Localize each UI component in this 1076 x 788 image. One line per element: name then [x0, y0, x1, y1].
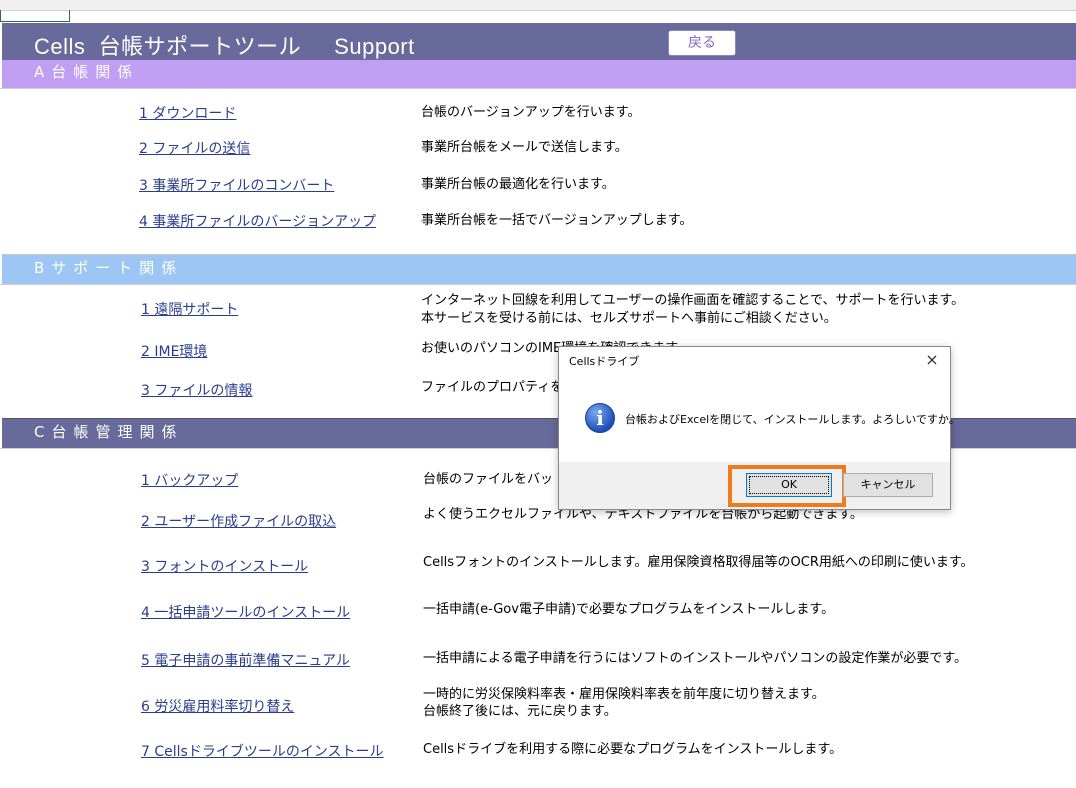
- link-download[interactable]: 1 ダウンロード: [139, 103, 236, 123]
- link-e-application-manual[interactable]: 5 電子申請の事前準備マニュアル: [141, 650, 350, 670]
- link-version-up[interactable]: 4 事業所ファイルのバージョンアップ: [139, 211, 376, 231]
- section-b-header: Bサポート関係: [2, 254, 1076, 284]
- dialog-title: Cellsドライブ: [569, 355, 640, 368]
- desc-remote-support: インターネット回線を利用してユーザーの操作画面を確認することで、サポートを行いま…: [421, 293, 965, 308]
- link-backup[interactable]: 1 バックアップ: [141, 470, 238, 490]
- desc-file-send: 事業所台帳をメールで送信します。: [421, 140, 628, 155]
- desc-font-install: Cellsフォントのインストールします。雇用保険資格取得届等のOCR用紙への印刷…: [423, 555, 974, 570]
- section-a-header: A台帳関係: [2, 60, 1076, 88]
- desc-e-application-manual: 一括申請による電子申請を行うにはソフトのインストールやパソコンの設定作業が必要で…: [423, 651, 968, 666]
- dialog-message: 台帳およびExcelを閉じて、インストールします。よろしいですか。: [625, 413, 960, 426]
- desc-file-info: ファイルのプロパティを: [421, 380, 564, 395]
- ok-button[interactable]: OK: [746, 473, 832, 497]
- desc-rate-switch-2: 台帳終了後には、元に戻ります。: [423, 704, 617, 719]
- link-bulk-tool-install[interactable]: 4 一括申請ツールのインストール: [141, 602, 350, 622]
- link-cells-drive-install[interactable]: 7 Cellsドライブツールのインストール: [141, 741, 384, 761]
- link-remote-support[interactable]: 1 遠隔サポート: [141, 299, 238, 319]
- link-convert[interactable]: 3 事業所ファイルのコンバート: [139, 175, 334, 195]
- divider: [0, 88, 1076, 89]
- link-user-file-import[interactable]: 2 ユーザー作成ファイルの取込: [141, 511, 336, 531]
- close-icon[interactable]: ×: [922, 350, 942, 369]
- link-rate-switch[interactable]: 6 労災雇用料率切り替え: [141, 696, 294, 716]
- cancel-button[interactable]: キャンセル: [843, 473, 933, 497]
- desc-download: 台帳のバージョンアップを行います。: [421, 105, 641, 120]
- link-file-info[interactable]: 3 ファイルの情報: [141, 380, 252, 400]
- desc-backup: 台帳のファイルをバッ: [423, 472, 554, 487]
- desc-convert: 事業所台帳の最適化を行います。: [421, 177, 615, 192]
- desc-cells-drive-install: Cellsドライブを利用する際に必要なプログラムをインストールします。: [423, 742, 843, 757]
- desc-version-up: 事業所台帳を一括でバージョンアップします。: [421, 213, 693, 228]
- page-title: Cells 台帳サポートツール Support: [34, 34, 415, 59]
- desc-bulk-tool-install: 一括申請(e-Gov電子申請)で必要なプログラムをインストールします。: [423, 602, 835, 617]
- link-font-install[interactable]: 3 フォントのインストール: [141, 556, 308, 576]
- selected-cell-indicator: [0, 10, 70, 22]
- desc-remote-support-2: 本サービスを受ける前には、セルズサポートへ事前にご相談ください。: [421, 311, 837, 326]
- link-ime[interactable]: 2 IME環境: [141, 341, 207, 361]
- desc-rate-switch: 一時的に労災保険料率表・雇用保険料率表を前年度に切り替えます。: [423, 687, 825, 702]
- link-file-send[interactable]: 2 ファイルの送信: [139, 138, 250, 158]
- excel-top-strip: [0, 0, 1076, 22]
- divider: [0, 284, 1076, 285]
- info-icon: i: [585, 403, 615, 433]
- back-button[interactable]: 戻る: [668, 30, 736, 56]
